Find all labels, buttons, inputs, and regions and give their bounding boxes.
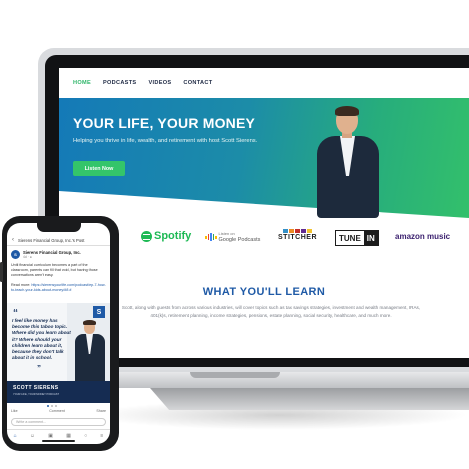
laptop-screen: HOME PODCASTS VIDEOS CONTACT YOUR LIFE, … bbox=[59, 68, 469, 358]
stitcher-icon bbox=[283, 229, 312, 233]
quote-close-mark: ” bbox=[37, 364, 41, 373]
site-nav: HOME PODCASTS VIDEOS CONTACT bbox=[59, 68, 469, 98]
spotify-link[interactable]: Spotify bbox=[141, 230, 191, 242]
phone-screen: ‹ Sierens Financial Group, Inc.'s Post S… bbox=[7, 223, 110, 444]
laptop-keyboard-deck bbox=[150, 388, 469, 410]
hero-subtitle: Helping you thrive in life, wealth, and … bbox=[73, 138, 258, 144]
phone-notch bbox=[37, 223, 81, 232]
hero-title: YOUR LIFE, YOUR MONEY bbox=[73, 115, 256, 131]
google-podcasts-icon bbox=[205, 233, 217, 241]
nav-podcasts[interactable]: PODCASTS bbox=[103, 80, 136, 86]
home-indicator bbox=[42, 440, 75, 442]
page-name[interactable]: Sierens Financial Group, Inc. bbox=[23, 250, 81, 255]
page-avatar[interactable]: S bbox=[11, 249, 20, 259]
host-photo bbox=[309, 106, 389, 218]
nav-contact[interactable]: CONTACT bbox=[183, 80, 212, 86]
post-text: Until financial curriculum becomes a par… bbox=[11, 263, 98, 277]
phone-side-button bbox=[0, 262, 3, 282]
home-tab-icon[interactable]: ⌂ bbox=[14, 433, 17, 439]
post-author[interactable]: S Sierens Financial Group, Inc. 4d · ● bbox=[11, 248, 106, 260]
post-image[interactable]: S “ I feel like money has become this ta… bbox=[7, 303, 110, 403]
nav-home[interactable]: HOME bbox=[73, 80, 91, 86]
tunein-label-left: TUNE bbox=[336, 231, 364, 245]
comment-input[interactable]: Write a comment... bbox=[11, 418, 106, 426]
speaker-photo bbox=[73, 320, 107, 383]
speaker-role: YOUR LIFE, YOUR MONEY PODCAST bbox=[13, 393, 60, 396]
post-time: 4d · ● bbox=[23, 254, 32, 259]
post-read-more: Read more: https://sierensyourlife.com/p… bbox=[11, 283, 106, 293]
device-mockup-scene: HOME PODCASTS VIDEOS CONTACT YOUR LIFE, … bbox=[0, 0, 469, 469]
post-header: ‹ Sierens Financial Group, Inc.'s Post bbox=[7, 235, 110, 245]
stitcher-link[interactable]: STITCHER bbox=[278, 229, 317, 241]
podcast-platform-logos: casts Spotify Listen on Google Podcasts … bbox=[59, 218, 469, 258]
header-divider bbox=[7, 245, 110, 246]
amazon-music-link[interactable]: amazon music bbox=[395, 232, 450, 241]
notifications-tab-icon[interactable]: ○ bbox=[84, 433, 87, 439]
google-podcasts-label: Google Podcasts bbox=[218, 237, 261, 243]
comment-button[interactable]: Comment bbox=[49, 409, 65, 413]
share-button[interactable]: Share bbox=[96, 409, 106, 413]
tunein-link[interactable]: TUNE IN bbox=[335, 230, 379, 246]
stitcher-label: STITCHER bbox=[278, 234, 317, 241]
brand-badge: S bbox=[93, 306, 105, 318]
listen-now-button[interactable]: Listen Now bbox=[73, 161, 125, 176]
google-podcasts-link[interactable]: Listen on Google Podcasts bbox=[205, 231, 260, 243]
like-button[interactable]: Like bbox=[11, 409, 18, 413]
quote-text: I feel like money has become this taboo … bbox=[12, 318, 71, 361]
post-header-title: Sierens Financial Group, Inc.'s Post bbox=[18, 237, 85, 243]
tunein-label-right: IN bbox=[363, 231, 378, 245]
section-title: WHAT YOU'LL LEARN bbox=[202, 286, 326, 298]
carousel-dots bbox=[47, 405, 57, 407]
friends-tab-icon[interactable]: ☺ bbox=[30, 433, 35, 439]
speaker-name: SCOTT SIERENS bbox=[13, 385, 59, 391]
spotify-icon bbox=[141, 230, 152, 242]
spotify-label: Spotify bbox=[154, 230, 192, 242]
read-more-label: Read more: bbox=[11, 283, 31, 287]
post-actions: Like Comment Share bbox=[11, 409, 106, 413]
marketplace-tab-icon[interactable]: ▦ bbox=[66, 433, 71, 439]
section-body: Scott, along with guests from across var… bbox=[121, 305, 421, 318]
back-arrow-icon[interactable]: ‹ bbox=[12, 237, 14, 243]
menu-tab-icon[interactable]: ≡ bbox=[100, 433, 103, 439]
watch-tab-icon[interactable]: ▣ bbox=[48, 433, 53, 439]
laptop-hinge-notch bbox=[190, 372, 280, 378]
nav-videos[interactable]: VIDEOS bbox=[148, 80, 171, 86]
